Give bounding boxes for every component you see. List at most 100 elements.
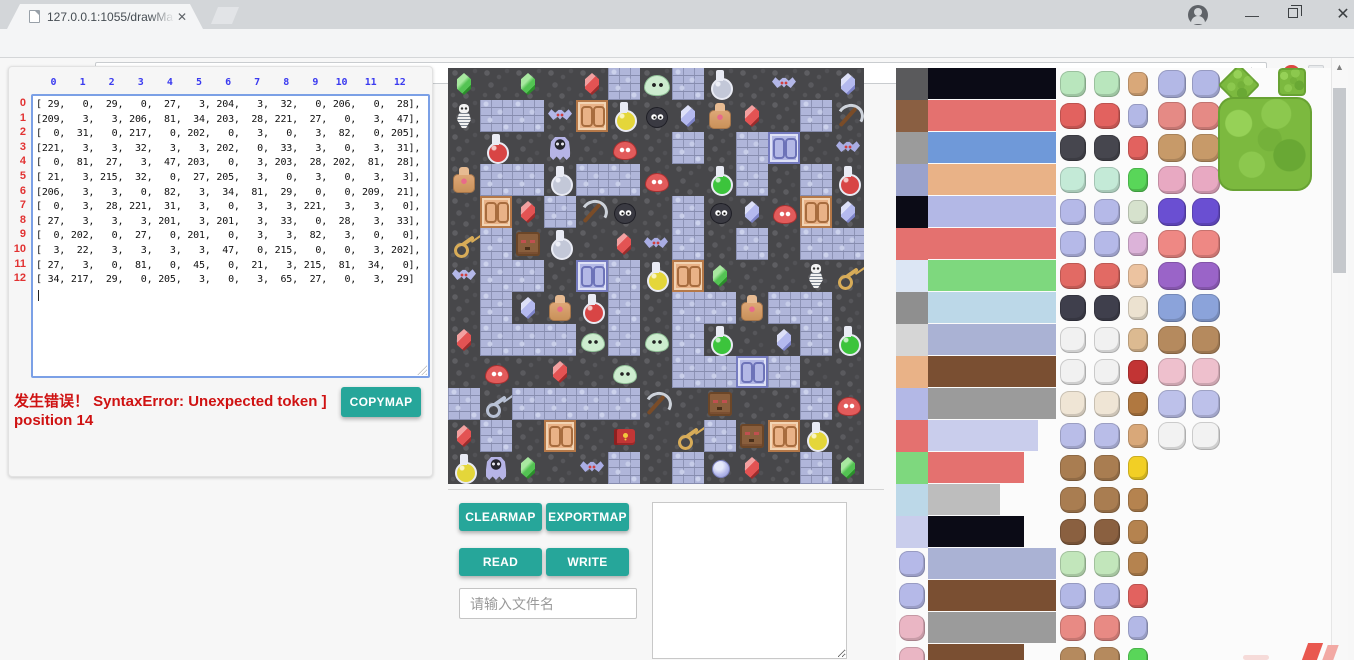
map-tile-wall[interactable] bbox=[832, 420, 864, 452]
map-tile-pickaxe[interactable] bbox=[576, 196, 608, 228]
export-output-box[interactable] bbox=[652, 502, 847, 659]
map-tile-floor[interactable] bbox=[480, 420, 512, 452]
map-tile-wall[interactable] bbox=[800, 68, 832, 100]
map-tile-door-blue[interactable] bbox=[768, 132, 800, 164]
map-tile-pickaxe[interactable] bbox=[832, 100, 864, 132]
tileset-item[interactable] bbox=[1128, 360, 1148, 384]
map-tile-wall[interactable] bbox=[736, 324, 768, 356]
tileset-npc-sprite[interactable] bbox=[1158, 102, 1186, 130]
tileset-terrain-tile[interactable] bbox=[896, 260, 928, 292]
map-tile-floor[interactable] bbox=[768, 292, 800, 324]
map-tile-gem-purple[interactable] bbox=[832, 68, 864, 100]
map-tile-floor[interactable] bbox=[544, 388, 576, 420]
tileset-sprite[interactable] bbox=[1060, 647, 1086, 660]
map-tile-wall[interactable] bbox=[800, 132, 832, 164]
map-tile-floor[interactable] bbox=[608, 164, 640, 196]
tileset-item[interactable] bbox=[1128, 392, 1148, 416]
map-tile-key-gold[interactable] bbox=[672, 420, 704, 452]
tileset-tree-sprite[interactable] bbox=[1278, 68, 1306, 96]
map-tile-wall[interactable] bbox=[832, 292, 864, 324]
tileset-band-tile[interactable] bbox=[928, 580, 1056, 611]
map-tile-floor[interactable] bbox=[448, 388, 480, 420]
map-tile-wall[interactable] bbox=[736, 260, 768, 292]
tileset-npc-sprite[interactable] bbox=[1158, 198, 1186, 226]
tileset-npc-sprite[interactable] bbox=[1158, 70, 1186, 98]
tileset-item[interactable] bbox=[1128, 200, 1148, 224]
tileset-sprite[interactable] bbox=[1060, 455, 1086, 481]
tileset-sprite[interactable] bbox=[1060, 519, 1086, 545]
tileset-band-tile[interactable] bbox=[928, 196, 1056, 227]
map-tile-slime-red[interactable] bbox=[608, 132, 640, 164]
tileset-npc-sprite[interactable] bbox=[1158, 390, 1186, 418]
window-restore-button[interactable] bbox=[1288, 8, 1298, 18]
tileset-sprite[interactable] bbox=[1060, 615, 1086, 641]
map-tile-floor[interactable] bbox=[672, 292, 704, 324]
map-tile-slime-red[interactable] bbox=[768, 196, 800, 228]
map-tile-flask-silver[interactable] bbox=[544, 228, 576, 260]
tileset-sprite[interactable] bbox=[1060, 263, 1086, 289]
map-tile-floor[interactable] bbox=[512, 388, 544, 420]
tileset-sprite[interactable] bbox=[1060, 135, 1086, 161]
map-tile-floor[interactable] bbox=[480, 164, 512, 196]
tileset-sprite[interactable] bbox=[1060, 551, 1086, 577]
map-tile-ghost[interactable] bbox=[480, 452, 512, 484]
map-tile-floor[interactable] bbox=[704, 356, 736, 388]
map-tile-key-silver[interactable] bbox=[480, 388, 512, 420]
tileset-npc-sprite[interactable] bbox=[1192, 422, 1220, 450]
map-tile-door-blue[interactable] bbox=[736, 356, 768, 388]
browser-tab[interactable]: 127.0.0.1:1055/drawMa ✕ bbox=[7, 4, 203, 29]
map-tile-wall[interactable] bbox=[768, 228, 800, 260]
tileset-terrain-tile[interactable] bbox=[896, 68, 928, 100]
tileset-sprite[interactable] bbox=[1094, 551, 1120, 577]
map-tile-flask-green[interactable] bbox=[704, 164, 736, 196]
map-tile-golem[interactable] bbox=[448, 164, 480, 196]
clearmap-button[interactable]: CLEARMAP bbox=[459, 503, 542, 531]
map-tile-gem-purple[interactable] bbox=[512, 292, 544, 324]
tileset-band-tile[interactable] bbox=[928, 260, 1056, 291]
tileset-sprite[interactable] bbox=[1060, 295, 1086, 321]
map-tile-floor[interactable] bbox=[608, 452, 640, 484]
map-tile-bat[interactable] bbox=[448, 260, 480, 292]
tileset-band-tile[interactable] bbox=[928, 388, 1056, 419]
read-button[interactable]: READ bbox=[459, 548, 542, 576]
map-tile-gem-green[interactable] bbox=[448, 68, 480, 100]
map-tile-flask-green[interactable] bbox=[832, 324, 864, 356]
write-button[interactable]: WRITE bbox=[546, 548, 629, 576]
map-tile-floor[interactable] bbox=[800, 292, 832, 324]
map-tile-floor[interactable] bbox=[480, 260, 512, 292]
tileset-item[interactable] bbox=[1128, 584, 1148, 608]
tileset-terrain-tile[interactable] bbox=[896, 388, 928, 420]
tileset-npc-sprite[interactable] bbox=[1158, 294, 1186, 322]
tileset-item[interactable] bbox=[1128, 520, 1148, 544]
map-tile-wall[interactable] bbox=[832, 356, 864, 388]
window-close-button[interactable]: ✕ bbox=[1328, 6, 1354, 24]
map-tile-floor[interactable] bbox=[512, 324, 544, 356]
tileset-sprite[interactable] bbox=[1094, 615, 1120, 641]
map-tile-floor[interactable] bbox=[832, 228, 864, 260]
textarea-resize-grip-icon[interactable] bbox=[417, 365, 427, 375]
map-tile-floor[interactable] bbox=[576, 164, 608, 196]
tileset-sprite[interactable] bbox=[1060, 391, 1086, 417]
map-tile-bat[interactable] bbox=[768, 68, 800, 100]
tileset-sprite[interactable] bbox=[1060, 423, 1086, 449]
map-tile-floor[interactable] bbox=[544, 324, 576, 356]
tileset-npc-sprite[interactable] bbox=[1158, 166, 1186, 194]
tileset-band-tile[interactable] bbox=[928, 292, 1056, 323]
map-tile-floor[interactable] bbox=[608, 68, 640, 100]
map-tile-wall[interactable] bbox=[576, 132, 608, 164]
tileset-sprite[interactable] bbox=[1094, 103, 1120, 129]
map-tile-gem-purple[interactable] bbox=[736, 196, 768, 228]
map-tile-floor[interactable] bbox=[800, 452, 832, 484]
map-tile-door-orange[interactable] bbox=[544, 420, 576, 452]
map-tile-gem-purple[interactable] bbox=[768, 324, 800, 356]
tileset-item[interactable] bbox=[1128, 456, 1148, 480]
tileset-npc-sprite[interactable] bbox=[1192, 134, 1220, 162]
map-tile-door-orange[interactable] bbox=[480, 196, 512, 228]
map-tile-flask-silver[interactable] bbox=[544, 164, 576, 196]
tileset-sprite[interactable] bbox=[1094, 519, 1120, 545]
map-tile-gem-green[interactable] bbox=[512, 68, 544, 100]
tileset-sprite[interactable] bbox=[1060, 487, 1086, 513]
tileset-item[interactable] bbox=[1128, 136, 1148, 160]
map-tile-fuzz[interactable] bbox=[704, 196, 736, 228]
map-tile-floor[interactable] bbox=[480, 324, 512, 356]
